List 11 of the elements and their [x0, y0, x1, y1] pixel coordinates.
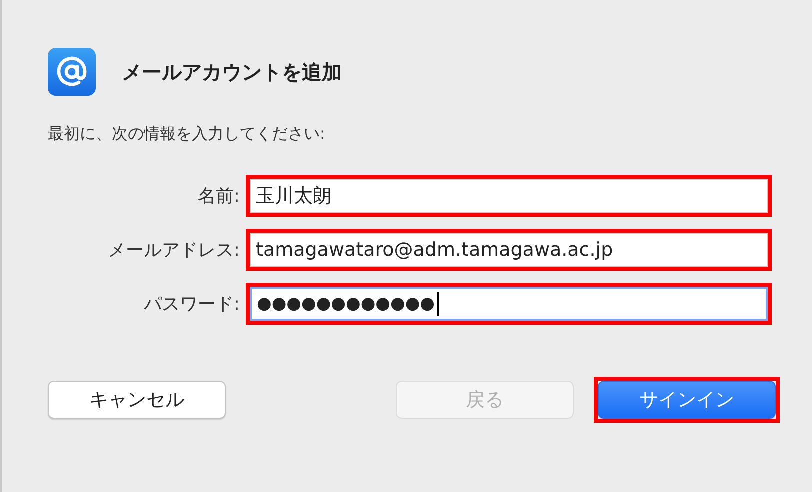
dialog-button[interactable]: サインイン — [598, 381, 776, 419]
field-label: 名前: — [196, 185, 241, 208]
input-field[interactable]: tamagawataro@adm.tamagawa.ac.jp — [250, 233, 768, 267]
field-label: メールアドレス: — [106, 239, 241, 262]
password-field[interactable]: ●●●●●●●●●●●● — [250, 287, 768, 321]
field-label: パスワード: — [142, 293, 241, 316]
dialog-title: メールアカウントを追加 — [122, 58, 342, 86]
dialog-button[interactable]: キャンセル — [48, 381, 226, 419]
input-field[interactable]: 玉川太朗 — [250, 179, 768, 213]
at-sign-icon — [48, 48, 96, 96]
instruction-text: 最初に、次の情報を入力してください: — [48, 124, 326, 145]
